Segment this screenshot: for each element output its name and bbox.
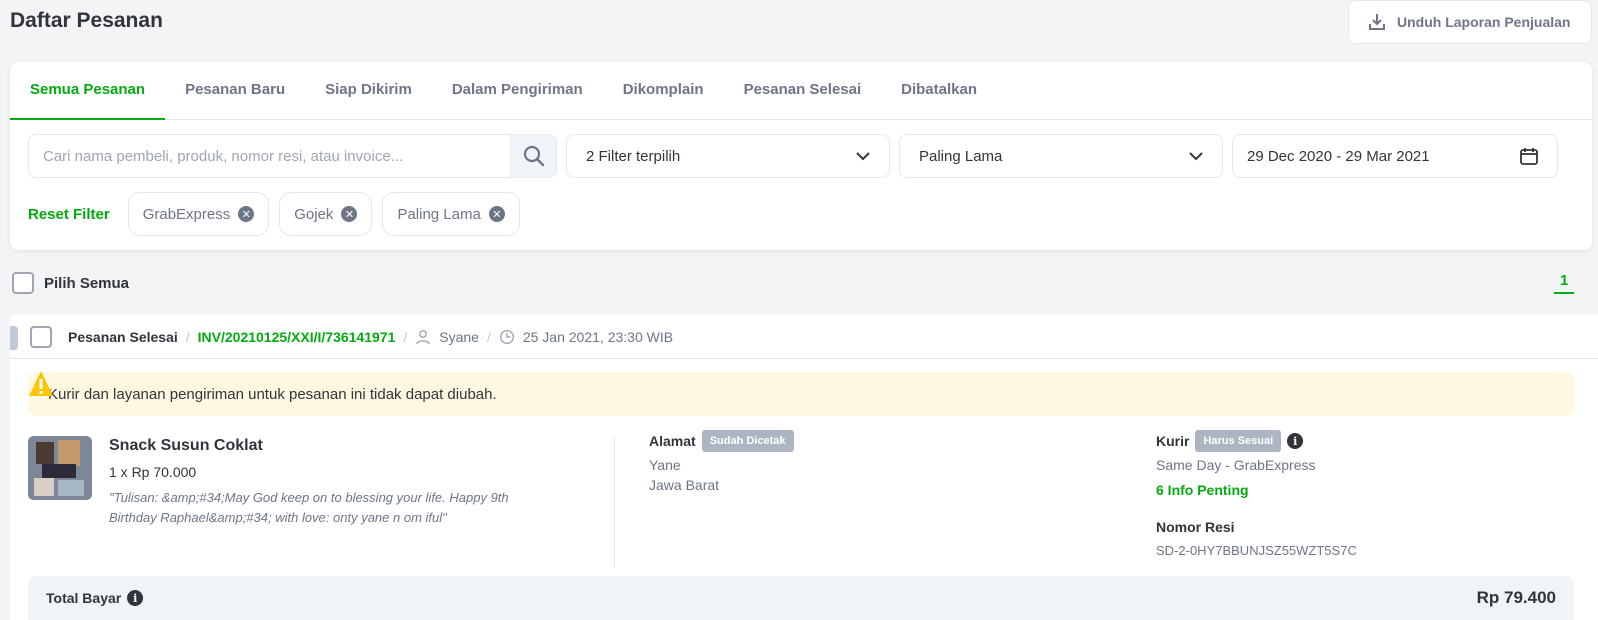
select-all-label: Pilih Semua xyxy=(44,274,130,292)
total-label-wrap: Total Bayar i xyxy=(46,590,144,606)
clock-icon xyxy=(499,329,514,345)
calendar-icon xyxy=(1520,148,1538,165)
filter-chip: Paling Lama ✕ xyxy=(382,192,520,236)
product-note: "Tulisan: &amp;#34;May God keep on to bl… xyxy=(109,490,509,525)
download-report-button[interactable]: Unduh Laporan Penjualan xyxy=(1348,0,1592,44)
tab-pesanan-baru[interactable]: Pesanan Baru xyxy=(165,62,305,120)
order-status: Pesanan Selesai xyxy=(68,329,178,345)
address-name: Yane xyxy=(649,457,681,473)
product-image[interactable] xyxy=(28,436,92,500)
divider xyxy=(10,358,1598,359)
filter-card: Semua Pesanan Pesanan Baru Siap Dikirim … xyxy=(10,62,1592,250)
tab-semua-pesanan[interactable]: Semua Pesanan xyxy=(10,62,166,120)
page-title: Daftar Pesanan xyxy=(10,9,163,32)
address-heading: Alamat Sudah Dicetak xyxy=(649,430,794,452)
download-report-label: Unduh Laporan Penjualan xyxy=(1397,14,1571,30)
sort-select-value: Paling Lama xyxy=(919,147,1003,165)
info-icon[interactable]: i xyxy=(127,590,144,606)
pagination-page[interactable]: 1 xyxy=(1554,272,1575,294)
buyer-name: Syane xyxy=(439,329,479,345)
courier-heading: Kurir Harus Sesuai i xyxy=(1156,430,1304,452)
reset-filter-link[interactable]: Reset Filter xyxy=(28,206,110,223)
important-info-link[interactable]: 6 Info Penting xyxy=(1156,482,1249,498)
select-all-row: Pilih Semua xyxy=(12,272,129,294)
sort-select[interactable]: Paling Lama xyxy=(899,134,1223,178)
filter-select-value: 2 Filter terpilih xyxy=(586,147,681,165)
order-datetime-text: 25 Jan 2021, 23:30 WIB xyxy=(522,329,674,345)
order-card: Pesanan Selesai / INV/20210125/XXI/I/736… xyxy=(10,314,1598,620)
filter-chip: GrabExpress ✕ xyxy=(127,192,270,236)
info-icon[interactable]: i xyxy=(1287,433,1304,449)
resi-value: SD-2-0HY7BBUNJSZ55WZT5S7C xyxy=(1156,543,1357,558)
total-bar: Total Bayar i Rp 79.400 xyxy=(28,576,1574,620)
tab-dibatalkan[interactable]: Dibatalkan xyxy=(881,62,997,120)
total-value: Rp 79.400 xyxy=(1476,588,1556,607)
separator: / xyxy=(486,329,491,345)
select-all-checkbox[interactable] xyxy=(12,272,34,294)
remove-chip-icon[interactable]: ✕ xyxy=(341,206,358,222)
courier-service: Same Day - GrabExpress xyxy=(1156,457,1316,473)
address-status-badge: Sudah Dicetak xyxy=(701,430,794,452)
search-icon xyxy=(523,145,544,167)
resi-label: Nomor Resi xyxy=(1156,519,1235,535)
user-icon xyxy=(416,330,430,345)
tab-dalam-pengiriman[interactable]: Dalam Pengiriman xyxy=(432,62,603,120)
tab-dikomplain[interactable]: Dikomplain xyxy=(603,62,724,120)
filter-chip-label: GrabExpress xyxy=(142,205,231,223)
date-range-picker[interactable]: 29 Dec 2020 - 29 Mar 2021 xyxy=(1232,134,1558,178)
date-range-value: 29 Dec 2020 - 29 Mar 2021 xyxy=(1247,147,1430,165)
warning-icon xyxy=(29,371,53,396)
order-checkbox[interactable] xyxy=(30,326,52,348)
address-region: Jawa Barat xyxy=(649,477,720,493)
filter-chip: Gojek ✕ xyxy=(279,192,373,236)
warning-banner: Kurir dan layanan pengiriman untuk pesan… xyxy=(28,371,1574,416)
remove-chip-icon[interactable]: ✕ xyxy=(238,206,255,222)
total-label: Total Bayar xyxy=(46,590,122,606)
product-quantity-price: 1 x Rp 70.000 xyxy=(109,464,197,480)
buyer: Syane xyxy=(415,329,479,345)
filter-chip-label: Paling Lama xyxy=(397,205,481,223)
order-datetime: 25 Jan 2021, 23:30 WIB xyxy=(499,329,673,345)
chevron-down-icon xyxy=(1189,152,1203,161)
courier-status-badge: Harus Sesuai xyxy=(1195,430,1282,452)
search-input[interactable] xyxy=(29,135,510,177)
order-accent-bar xyxy=(10,326,18,350)
active-filter-chips: Reset Filter GrabExpress ✕ Gojek ✕ Palin… xyxy=(28,192,530,236)
tab-siap-dikirim[interactable]: Siap Dikirim xyxy=(305,62,432,120)
product-name[interactable]: Snack Susun Coklat xyxy=(109,437,263,455)
remove-chip-icon[interactable]: ✕ xyxy=(488,206,505,222)
search-box xyxy=(28,134,557,178)
chevron-down-icon xyxy=(856,152,870,161)
search-button[interactable] xyxy=(510,135,556,177)
download-icon xyxy=(1369,14,1385,30)
filter-select[interactable]: 2 Filter terpilih xyxy=(566,134,890,178)
courier-label: Kurir xyxy=(1156,433,1190,449)
filter-chip-label: Gojek xyxy=(294,205,334,223)
order-header: Pesanan Selesai / INV/20210125/XXI/I/736… xyxy=(30,320,673,354)
separator: / xyxy=(403,329,408,345)
column-divider xyxy=(614,436,615,568)
product-thumbnail xyxy=(28,436,92,500)
address-label: Alamat xyxy=(649,433,696,449)
invoice-link[interactable]: INV/20210125/XXI/I/736141971 xyxy=(198,329,396,345)
warning-text: Kurir dan layanan pengiriman untuk pesan… xyxy=(48,385,497,403)
tab-pesanan-selesai[interactable]: Pesanan Selesai xyxy=(724,62,882,120)
separator: / xyxy=(185,329,190,345)
order-tabs: Semua Pesanan Pesanan Baru Siap Dikirim … xyxy=(10,62,1592,120)
